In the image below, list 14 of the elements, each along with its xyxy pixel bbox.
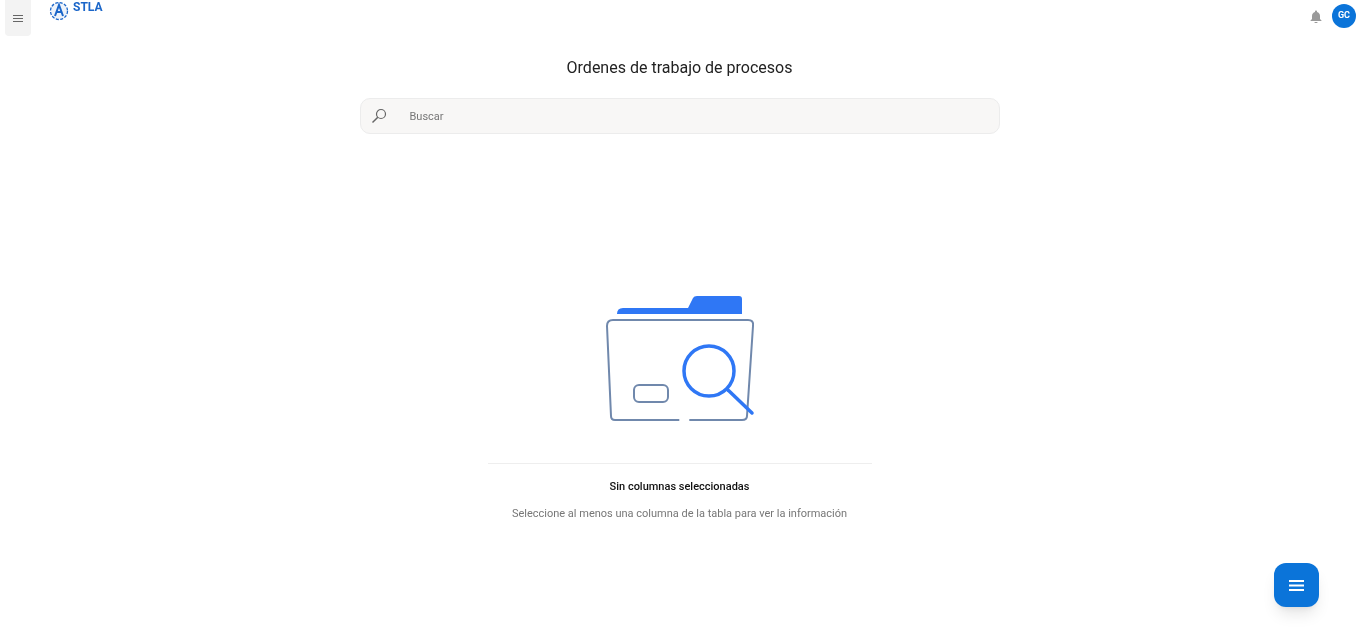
- notifications-button[interactable]: [1308, 8, 1324, 24]
- bell-icon: [1310, 9, 1322, 23]
- brand-name: STLA: [73, 0, 103, 16]
- empty-state-title: Sin columnas seleccionadas: [609, 479, 750, 495]
- menu-fab[interactable]: [1274, 563, 1319, 607]
- empty-state-message: Seleccione al menos una columna de la tabla para ver la información: [511, 505, 848, 522]
- menu-icon: [1289, 579, 1304, 591]
- search-icon: [370, 108, 387, 124]
- menu-icon: [13, 14, 23, 22]
- user-avatar[interactable]: GC: [1332, 4, 1356, 28]
- search-field[interactable]: Buscar: [359, 98, 1000, 134]
- menu-button[interactable]: [5, 0, 31, 36]
- page-title: Ordenes de trabajo de procesos: [566, 58, 793, 78]
- logo-icon: [49, 1, 69, 21]
